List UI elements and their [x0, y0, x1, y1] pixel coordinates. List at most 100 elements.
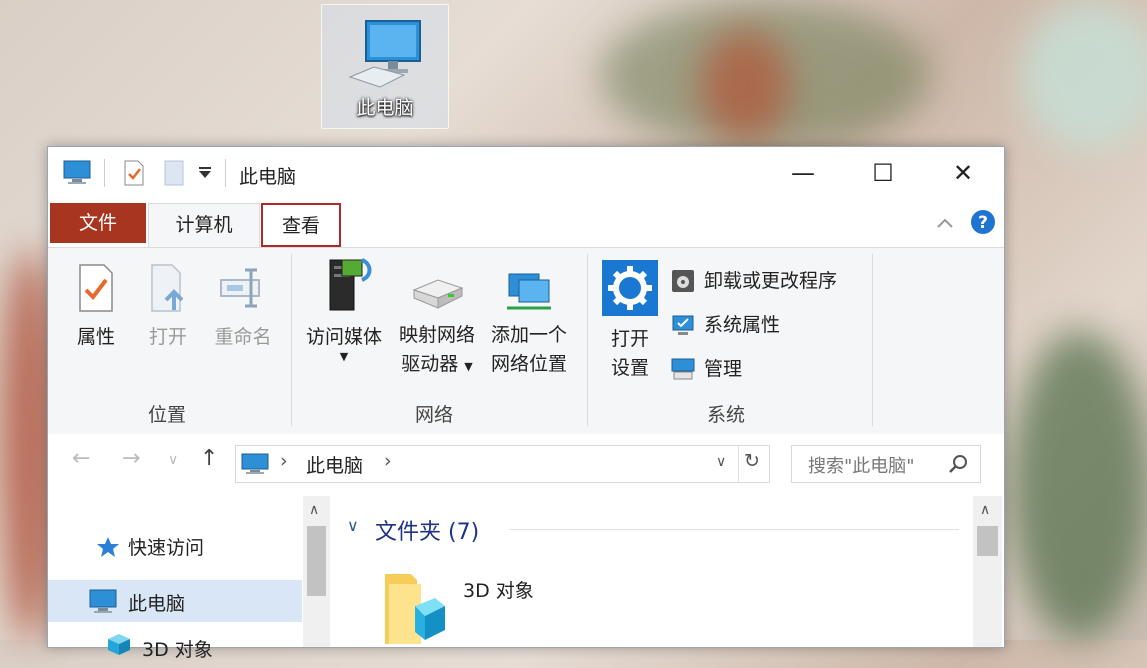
forward-arrow-icon[interactable]: → — [122, 446, 140, 471]
properties-label: 属性 — [76, 326, 115, 348]
background-blur — [700, 30, 790, 140]
3d-objects-icon — [108, 634, 130, 655]
access-media-button[interactable]: 访问媒体 ▼ — [300, 256, 388, 362]
ribbon-tabs: 文件 计算机 查看 ? — [48, 199, 1004, 248]
breadcrumb-this-pc[interactable]: 此电脑 — [306, 451, 363, 478]
properties-icon — [79, 264, 113, 312]
group-separator — [291, 254, 292, 426]
properties-button[interactable]: 属性 — [66, 262, 126, 352]
computer-icon — [348, 20, 421, 88]
separator — [104, 159, 105, 187]
recent-locations-icon[interactable]: ∨ — [168, 452, 178, 468]
nav-item-label: 3D 对象 — [142, 639, 213, 661]
scrollbar-thumb[interactable] — [307, 526, 326, 596]
tab-computer[interactable]: 计算机 — [148, 203, 260, 248]
content-pane: ∨ 文件夹 (7) 3D 对象 — [331, 496, 971, 647]
window-title: 此电脑 — [239, 166, 297, 188]
minimize-button[interactable]: — — [763, 147, 843, 199]
add-network-location-label1: 添加一个 — [490, 324, 567, 346]
manage-button[interactable]: 管理 — [670, 354, 870, 382]
group-header-rule — [509, 529, 959, 530]
properties-icon[interactable] — [122, 159, 146, 187]
navigation-pane: 快速访问 此电脑 3D 对象 — [48, 496, 320, 661]
open-icon — [151, 264, 184, 312]
rename-label: 重命名 — [214, 326, 272, 348]
rename-button[interactable]: 重命名 — [208, 262, 278, 352]
network-drive-icon — [412, 279, 464, 309]
navigation-bar: ← → ∨ ↑ › 此电脑 › ∨ ↻ 搜索"此电脑" — [48, 434, 1004, 496]
search-icon[interactable] — [948, 454, 968, 474]
manage-icon — [671, 358, 695, 380]
breadcrumb-separator[interactable]: › — [384, 450, 392, 472]
separator — [225, 159, 226, 187]
open-button[interactable]: 打开 — [140, 262, 196, 352]
system-properties-icon — [672, 315, 694, 335]
address-bar[interactable]: › 此电脑 › ∨ ↻ — [235, 445, 770, 483]
address-dropdown-icon[interactable]: ∨ — [716, 454, 726, 470]
access-media-label: 访问媒体 — [305, 326, 382, 348]
search-box[interactable]: 搜索"此电脑" — [791, 445, 981, 483]
search-input[interactable]: 搜索"此电脑" — [808, 452, 915, 478]
network-location-icon — [507, 273, 551, 310]
refresh-icon[interactable]: ↻ — [744, 450, 760, 472]
group-separator — [872, 254, 873, 426]
desktop-icon-this-pc[interactable]: 此电脑 — [321, 4, 449, 129]
computer-icon — [89, 589, 117, 613]
collapse-group-icon[interactable]: ∨ — [347, 516, 359, 535]
group-label-location: 位置 — [148, 404, 187, 426]
file-explorer-window: 此电脑 — ☐ ✕ 文件 计算机 查看 ? 属性 打开 重命名 位置 访问媒体 … — [47, 146, 1005, 661]
add-network-location-button[interactable]: 添加一个 网络位置 — [484, 268, 574, 379]
content-scrollbar[interactable]: ∧ — [973, 496, 1002, 647]
nav-item-3d-objects[interactable]: 3D 对象 — [48, 626, 302, 668]
title-bar: 此电脑 — ☐ ✕ — [48, 147, 1004, 199]
system-properties-button[interactable]: 系统属性 — [670, 310, 870, 338]
breadcrumb-separator[interactable]: › — [280, 450, 288, 472]
up-arrow-icon[interactable]: ↑ — [200, 446, 218, 471]
media-icon — [329, 258, 372, 311]
customize-dropdown-icon[interactable] — [198, 167, 212, 179]
background-blur — [1010, 330, 1147, 640]
open-settings-label1: 打开 — [610, 328, 649, 350]
collapse-ribbon-icon[interactable] — [936, 217, 954, 229]
open-settings-label2: 设置 — [610, 357, 649, 379]
folder-item[interactable]: 3D 对象 — [371, 560, 571, 647]
nav-item-this-pc[interactable]: 此电脑 — [48, 580, 302, 622]
rename-icon — [220, 268, 260, 308]
3d-folder-icon — [385, 574, 445, 644]
nav-item-label: 快速访问 — [128, 537, 205, 559]
map-network-drive-label1: 映射网络 — [398, 324, 475, 346]
scroll-up-icon[interactable]: ∧ — [980, 502, 990, 518]
uninstall-label: 卸载或更改程序 — [704, 270, 838, 292]
tab-view[interactable]: 查看 — [261, 203, 341, 247]
scrollbar-thumb[interactable] — [977, 526, 998, 556]
star-icon — [97, 537, 119, 557]
nav-scrollbar[interactable]: ∧ — [303, 496, 330, 647]
computer-icon — [241, 453, 269, 474]
group-separator — [587, 254, 588, 426]
system-properties-label: 系统属性 — [704, 314, 781, 336]
maximize-button[interactable]: ☐ — [843, 147, 923, 199]
uninstall-icon — [672, 270, 694, 292]
new-folder-icon[interactable] — [162, 159, 186, 187]
open-settings-button[interactable]: 打开 设置 — [600, 260, 660, 383]
help-icon[interactable]: ? — [970, 209, 996, 235]
add-network-location-label2: 网络位置 — [490, 353, 567, 375]
background-blur — [1020, 0, 1147, 150]
scroll-up-icon[interactable]: ∧ — [309, 502, 319, 518]
desktop-icon-label: 此电脑 — [356, 97, 414, 119]
nav-item-label: 此电脑 — [128, 593, 186, 615]
dropdown-arrow-icon: ▼ — [339, 350, 349, 363]
map-network-drive-label2: 驱动器 ▼ — [401, 353, 473, 375]
separator — [738, 446, 739, 482]
ribbon-panel: 属性 打开 重命名 位置 访问媒体 ▼ 映射网络 驱动器 ▼ 添加一个 网络位置… — [48, 247, 1004, 435]
uninstall-button[interactable]: 卸载或更改程序 — [670, 266, 870, 294]
nav-item-quick-access[interactable]: 快速访问 — [48, 524, 302, 566]
manage-label: 管理 — [704, 358, 743, 380]
group-label-system: 系统 — [707, 404, 746, 426]
settings-gear-icon — [602, 260, 658, 316]
group-header[interactable]: 文件夹 (7) — [375, 514, 479, 546]
close-button[interactable]: ✕ — [923, 147, 1003, 199]
tab-file[interactable]: 文件 — [50, 203, 146, 243]
map-network-drive-button[interactable]: 映射网络 驱动器 ▼ — [394, 268, 480, 381]
back-arrow-icon[interactable]: ← — [72, 446, 90, 471]
